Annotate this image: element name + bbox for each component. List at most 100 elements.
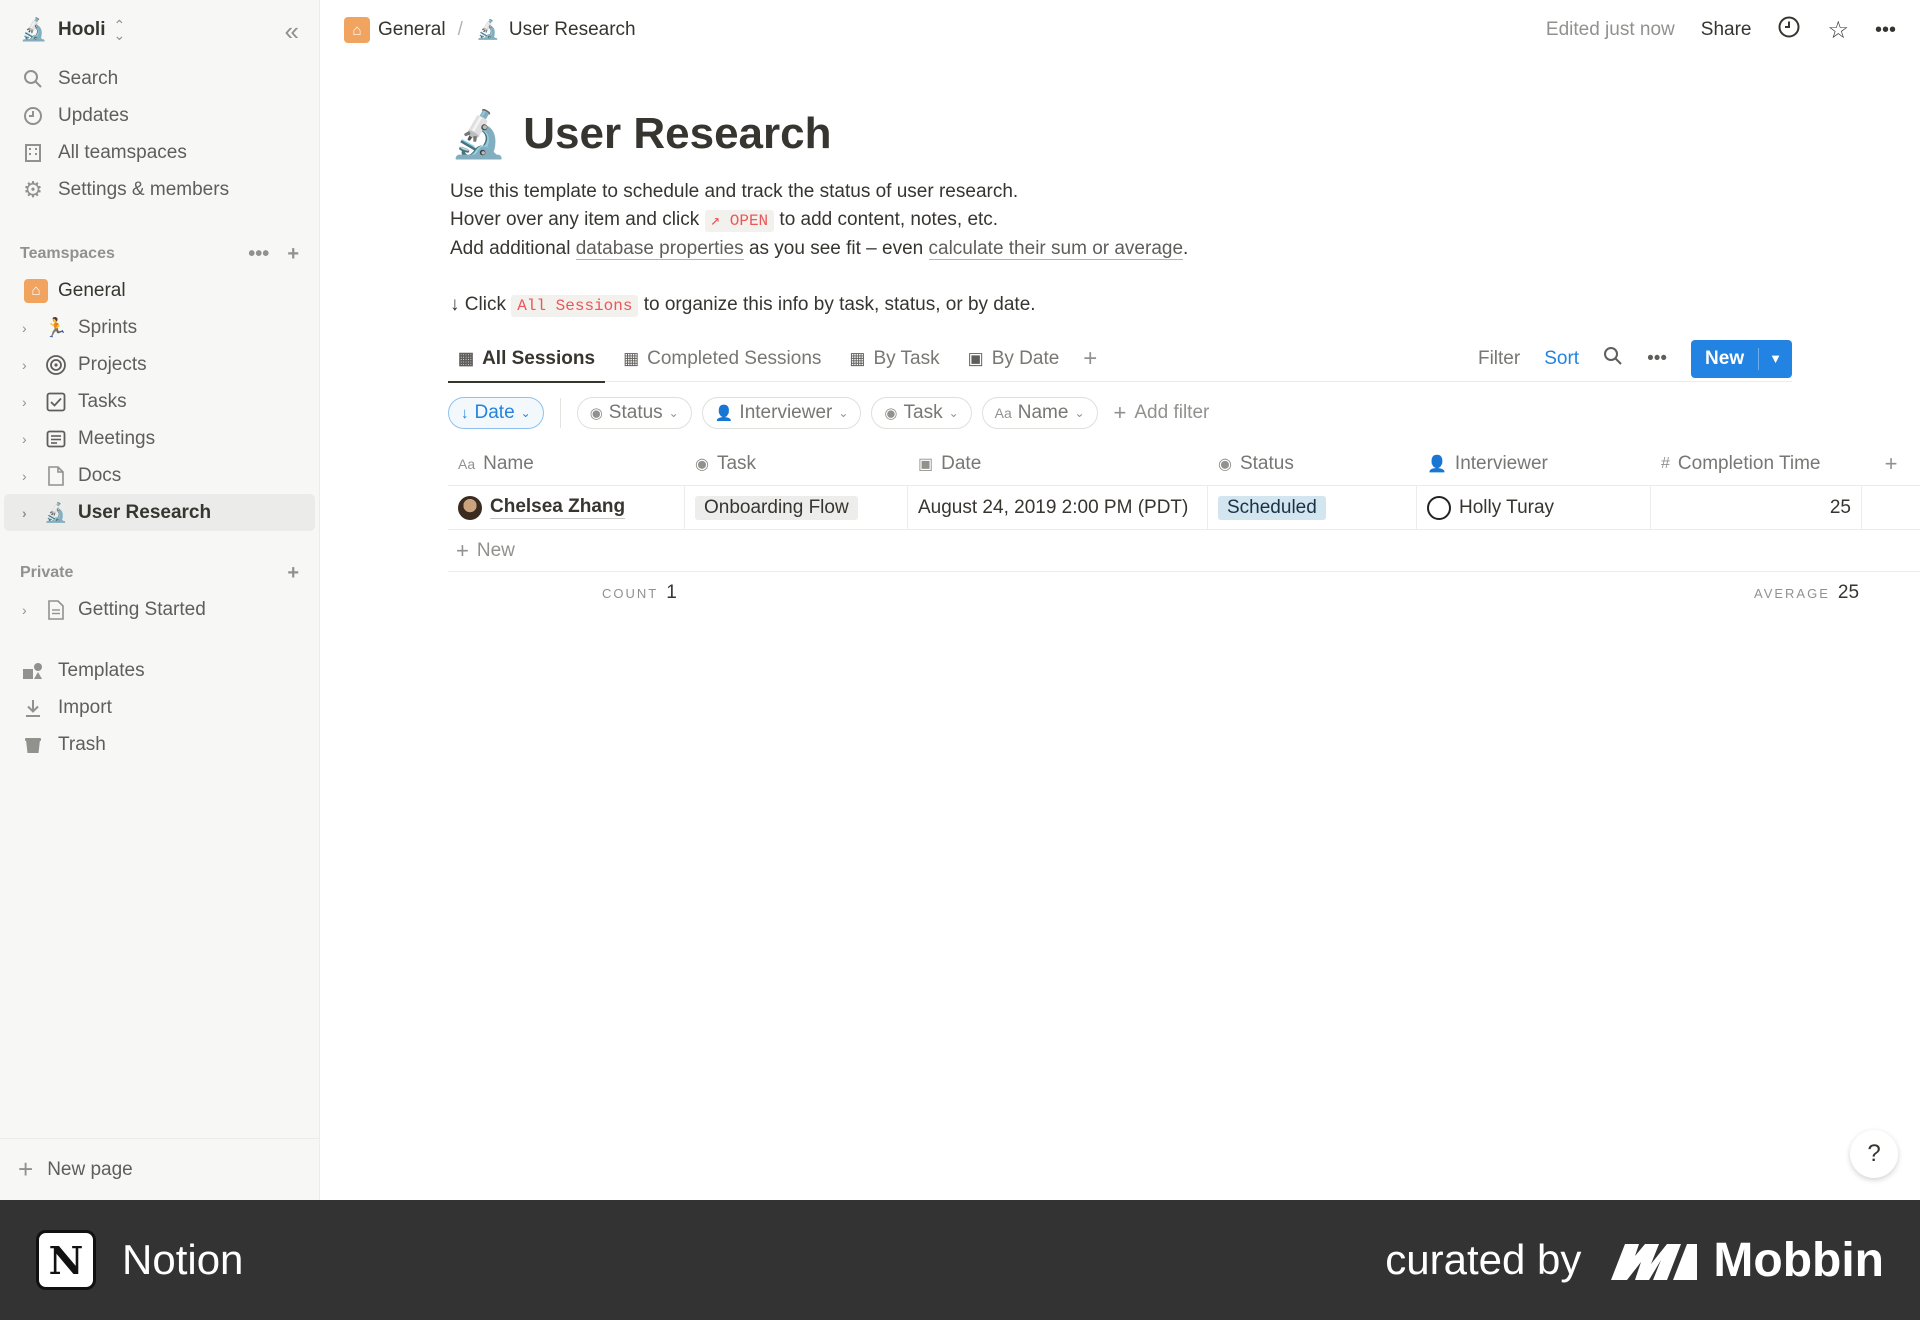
add-filter-button[interactable]: + Add filter — [1114, 400, 1210, 426]
tab-all-sessions[interactable]: ▦ All Sessions — [448, 336, 606, 383]
more-icon[interactable]: ••• — [248, 243, 269, 266]
cell-interviewer[interactable]: Holly Turay — [1417, 485, 1651, 530]
description-text: as you see fit – even — [748, 238, 924, 259]
page-title[interactable]: User Research — [523, 109, 831, 159]
column-header-name[interactable]: Aa Name — [448, 442, 685, 486]
sidebar-item-label: Sprints — [78, 316, 138, 338]
cell-date[interactable]: August 24, 2019 2:00 PM (PDT) — [908, 485, 1208, 530]
history-icon[interactable] — [1777, 15, 1801, 46]
more-icon[interactable]: ••• — [1647, 348, 1667, 370]
sidebar-item-general[interactable]: ⌂ General — [4, 272, 315, 309]
sort-button[interactable]: Sort — [1544, 348, 1579, 370]
cell-text: August 24, 2019 2:00 PM (PDT) — [918, 496, 1189, 518]
search-icon[interactable] — [1603, 346, 1623, 372]
add-icon[interactable]: + — [287, 562, 299, 585]
cell-empty — [1862, 486, 1920, 530]
sidebar-item-projects[interactable]: › Projects — [4, 346, 315, 383]
sort-chip-date[interactable]: ↓ Date ⌄ — [448, 397, 544, 429]
workspace-switcher[interactable]: 🔬 Hooli ⌃ ⌄ « — [0, 0, 319, 60]
sidebar-nav: Search Updates All teamspaces ⚙ Settings… — [0, 60, 319, 208]
calculate-link[interactable]: calculate their sum or average — [928, 238, 1184, 260]
breadcrumb-item-user-research[interactable]: User Research — [509, 19, 636, 41]
column-header-status[interactable]: ◉ Status — [1208, 442, 1417, 486]
table-icon: ▦ — [623, 348, 640, 368]
sidebar-item-trash[interactable]: Trash — [0, 726, 319, 763]
sidebar-item-meetings[interactable]: › Meetings — [4, 420, 315, 457]
description-text: to organize this info by task, status, o… — [643, 294, 1036, 315]
select-icon: ◉ — [695, 455, 709, 473]
add-icon[interactable]: + — [287, 243, 299, 266]
inline-code: All Sessions — [511, 295, 639, 317]
sidebar-item-sprints[interactable]: › 🏃 Sprints — [4, 309, 315, 346]
calendar-icon: ▣ — [918, 455, 934, 473]
column-header-completion-time[interactable]: # Completion Time — [1651, 442, 1862, 486]
sidebar-item-all-teamspaces[interactable]: All teamspaces — [0, 134, 319, 171]
chevron-right-icon[interactable]: › — [22, 468, 36, 484]
chevron-right-icon[interactable]: › — [22, 431, 36, 447]
filter-chip-name[interactable]: Aa Name ⌄ — [981, 397, 1098, 429]
database-properties-link[interactable]: database properties — [575, 238, 744, 260]
text-icon: Aa — [994, 405, 1012, 421]
curated-by-text: curated by — [1385, 1236, 1582, 1283]
chevron-down-icon[interactable]: ▼ — [1759, 351, 1792, 366]
breadcrumb-item-general[interactable]: General — [378, 19, 446, 41]
add-row-button[interactable]: + New — [448, 530, 1920, 572]
column-header-interviewer[interactable]: 👤 Interviewer — [1417, 442, 1651, 486]
sidebar-item-getting-started[interactable]: › Getting Started — [4, 591, 315, 628]
new-record-button[interactable]: New ▼ — [1691, 339, 1792, 378]
table-row[interactable]: Chelsea Zhang Onboarding Flow August 24,… — [448, 485, 1920, 530]
tab-by-task[interactable]: ▦ By Task — [839, 336, 949, 382]
sidebar-item-settings[interactable]: ⚙ Settings & members — [0, 171, 319, 208]
filter-button[interactable]: Filter — [1478, 348, 1520, 370]
status-badge: Scheduled — [1218, 495, 1326, 520]
calc-value: 1 — [666, 582, 677, 603]
cell-name[interactable]: Chelsea Zhang — [448, 485, 685, 530]
star-icon[interactable]: ☆ — [1827, 16, 1849, 45]
sidebar-item-docs[interactable]: › Docs — [4, 457, 315, 494]
chevron-right-icon[interactable]: › — [22, 602, 36, 618]
add-column-icon[interactable]: + — [1862, 442, 1920, 486]
filter-chip-interviewer[interactable]: 👤 Interviewer ⌄ — [701, 397, 862, 429]
cell-completion-time[interactable]: 25 — [1651, 485, 1862, 530]
share-button[interactable]: Share — [1701, 19, 1752, 41]
sidebar-item-templates[interactable]: Templates — [0, 652, 319, 689]
sidebar-item-label: Docs — [78, 464, 122, 486]
more-icon[interactable]: ••• — [1875, 19, 1896, 42]
column-header-task[interactable]: ◉ Task — [685, 442, 908, 486]
task-tag: Onboarding Flow — [695, 495, 858, 520]
sidebar-item-label: General — [58, 279, 126, 301]
sidebar-item-user-research[interactable]: › 🔬 User Research — [4, 494, 315, 531]
description-text: Hover over any item and click — [450, 209, 700, 230]
cell-task[interactable]: Onboarding Flow — [685, 485, 908, 530]
column-label: Completion Time — [1677, 452, 1821, 474]
chevron-down-icon: ⌄ — [520, 406, 531, 420]
sidebar-item-tasks[interactable]: › Tasks — [4, 383, 315, 420]
chevron-right-icon[interactable]: › — [22, 505, 36, 521]
microscope-icon[interactable]: 🔬 — [450, 107, 507, 162]
sidebar-item-search[interactable]: Search — [0, 60, 319, 97]
average-calculation[interactable]: AVERAGE 25 — [1754, 582, 1859, 604]
document-icon — [44, 464, 68, 488]
chevron-right-icon[interactable]: › — [22, 394, 36, 410]
sidebar-item-label: User Research — [78, 501, 212, 523]
filter-chip-task[interactable]: ◉ Task ⌄ — [871, 397, 972, 429]
new-page-button[interactable]: + New page — [0, 1138, 320, 1200]
sidebar-item-import[interactable]: Import — [0, 689, 319, 726]
person-icon: 👤 — [714, 405, 734, 422]
help-button[interactable]: ? — [1850, 1130, 1898, 1178]
tab-completed-sessions[interactable]: ▦ Completed Sessions — [613, 336, 831, 382]
chevron-right-icon[interactable]: › — [22, 320, 36, 336]
collapse-sidebar-icon[interactable]: « — [285, 16, 299, 47]
column-header-date[interactable]: ▣ Date — [908, 442, 1208, 486]
cell-status[interactable]: Scheduled — [1208, 485, 1417, 530]
new-record-label[interactable]: New — [1691, 347, 1760, 370]
sidebar-item-updates[interactable]: Updates — [0, 97, 319, 134]
count-calculation[interactable]: COUNT 1 — [602, 582, 677, 604]
column-label: Status — [1239, 452, 1294, 474]
plus-icon: + — [1113, 400, 1127, 425]
filter-chip-status[interactable]: ◉ Status ⌄ — [576, 397, 692, 429]
divider — [559, 398, 561, 428]
chevron-right-icon[interactable]: › — [22, 357, 36, 373]
tab-by-date[interactable]: ▣ By Date — [958, 336, 1070, 382]
add-view-icon[interactable]: + — [1083, 345, 1097, 373]
